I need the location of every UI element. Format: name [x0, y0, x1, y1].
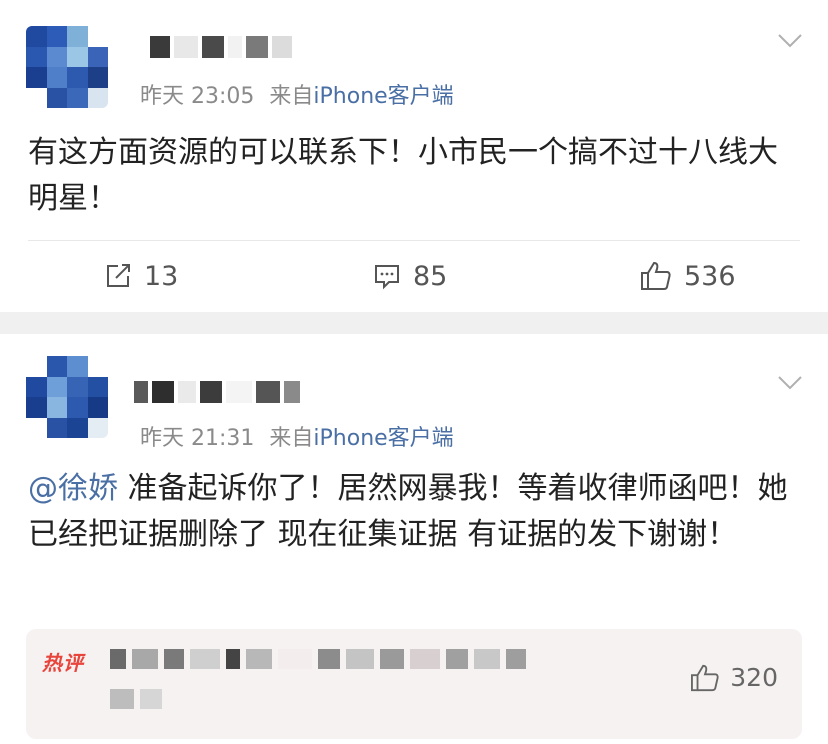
chevron-down-icon[interactable]: [778, 34, 802, 48]
hot-comment[interactable]: 热评 320: [26, 629, 802, 739]
username[interactable]: [134, 34, 292, 60]
hot-comment-like-button[interactable]: 320: [690, 663, 778, 692]
source-prefix: 来自: [269, 426, 314, 451]
chevron-down-icon[interactable]: [778, 376, 802, 390]
repost-icon: [107, 264, 130, 287]
repost-count: 13: [144, 260, 179, 292]
post-source[interactable]: iPhone客户端: [313, 426, 453, 451]
source-prefix: 来自: [269, 84, 314, 109]
post-actions: 13 85 536: [0, 256, 828, 296]
avatar[interactable]: [26, 356, 108, 438]
post-time: 昨天 23:05: [140, 84, 255, 109]
post-text: 准备起诉你了！居然网暴我！等着收律师函吧！她已经把证据删除了 现在征集证据 有证…: [28, 471, 788, 552]
hot-comment-tag: 热评: [42, 651, 84, 675]
like-icon: [641, 261, 671, 290]
post-card: 昨天 23:05 来自iPhone客户端 有这方面资源的可以联系下！小市民一个搞…: [0, 0, 828, 312]
post-text: 有这方面资源的可以联系下！小市民一个搞不过十八线大明星！: [28, 135, 778, 216]
post-card: 昨天 21:31 来自iPhone客户端 @徐娇 准备起诉你了！居然网暴我！等着…: [0, 334, 828, 744]
comment-button[interactable]: 85: [373, 256, 447, 296]
post-meta: 昨天 23:05 来自iPhone客户端: [140, 78, 454, 110]
like-button[interactable]: 536: [640, 256, 736, 296]
comment-count: 85: [413, 260, 448, 292]
hot-comment-text: [110, 687, 162, 711]
hot-comment-like-count: 320: [730, 663, 778, 692]
repost-button[interactable]: 13: [104, 256, 178, 296]
post-source[interactable]: iPhone客户端: [313, 84, 453, 109]
username[interactable]: [134, 379, 300, 405]
mention-link[interactable]: @徐娇: [28, 471, 118, 506]
like-count: 536: [684, 260, 736, 292]
divider: [28, 240, 800, 241]
post-content: @徐娇 准备起诉你了！居然网暴我！等着收律师函吧！她已经把证据删除了 现在征集证…: [28, 466, 798, 558]
hot-comment-text: [110, 647, 526, 671]
comment-icon: [375, 265, 399, 290]
post-content: 有这方面资源的可以联系下！小市民一个搞不过十八线大明星！: [28, 130, 798, 222]
like-icon: [691, 664, 719, 691]
avatar[interactable]: [26, 26, 108, 108]
section-divider: [0, 312, 828, 334]
post-meta: 昨天 21:31 来自iPhone客户端: [140, 420, 454, 452]
post-time: 昨天 21:31: [140, 426, 255, 451]
